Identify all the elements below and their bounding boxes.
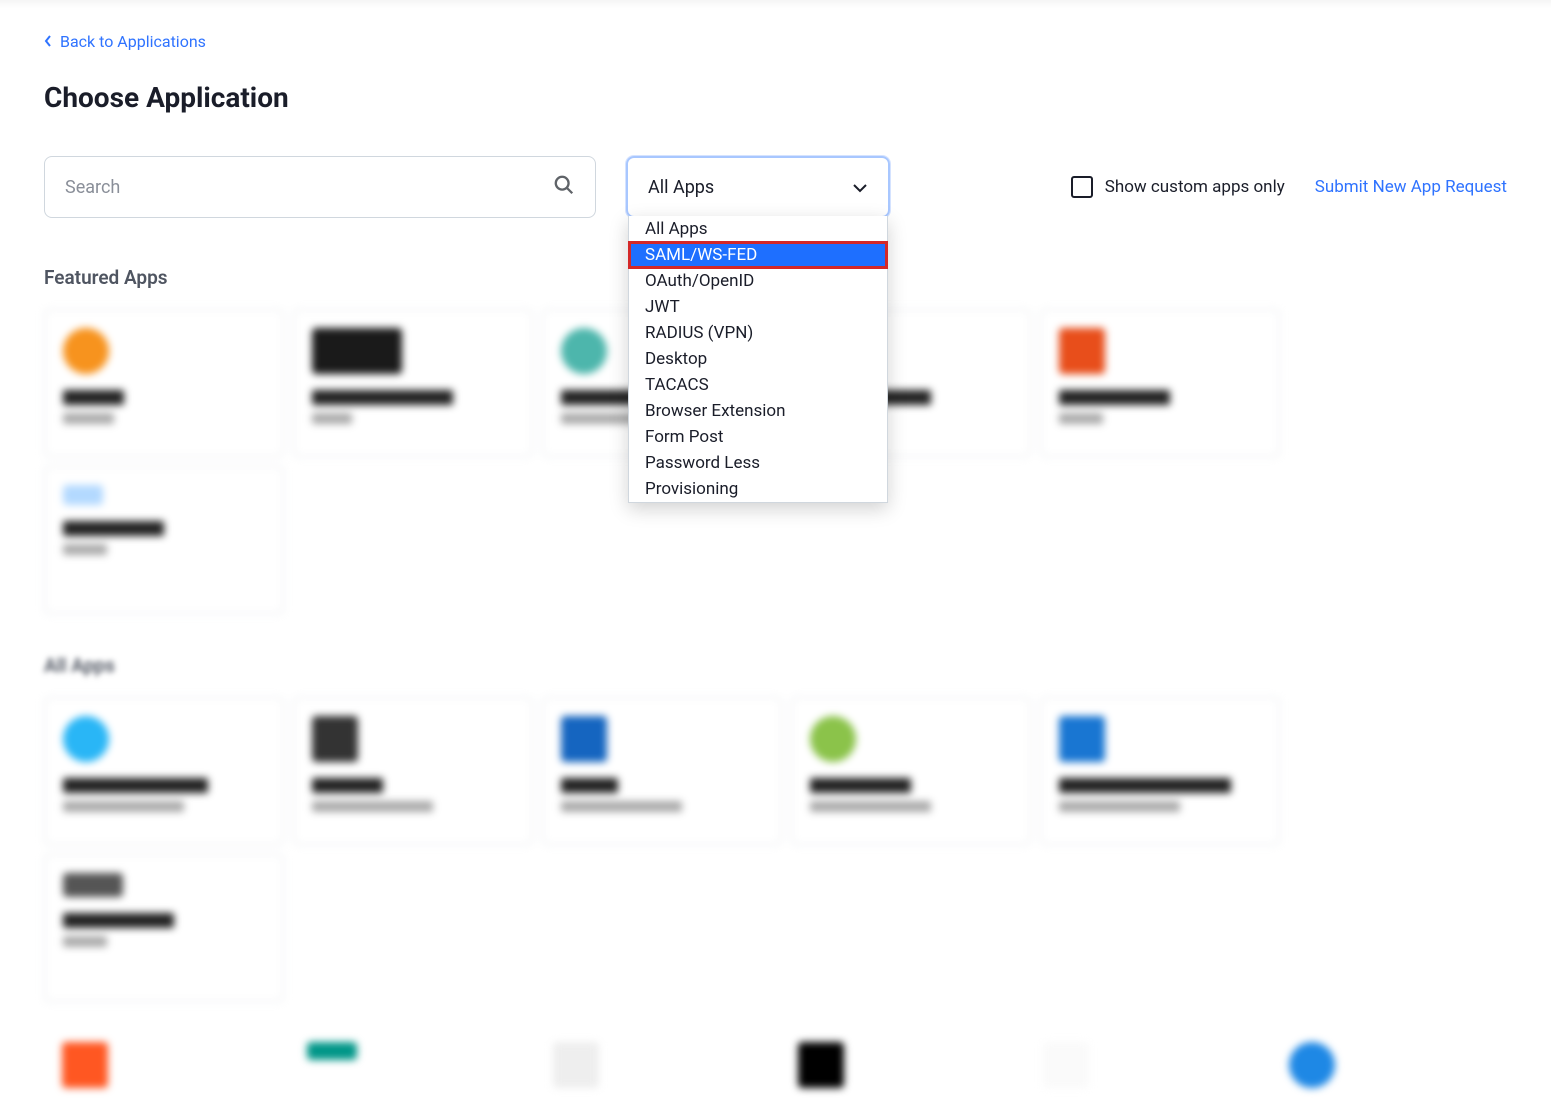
dropdown-option-oauth-openid[interactable]: OAuth/OpenID (629, 268, 887, 294)
dropdown-option-jwt[interactable]: JWT (629, 294, 887, 320)
filter-selected-label: All Apps (648, 177, 714, 198)
page-title: Choose Application (44, 81, 1507, 114)
app-card[interactable] (44, 854, 284, 1002)
chevron-down-icon (852, 177, 868, 198)
submit-new-app-request-link[interactable]: Submit New App Request (1315, 177, 1507, 197)
dropdown-option-saml-ws-fed[interactable]: SAML/WS-FED (629, 242, 887, 268)
dropdown-option-radius-vpn[interactable]: RADIUS (VPN) (629, 320, 887, 346)
app-card[interactable] (293, 309, 533, 457)
dropdown-option-browser-extension[interactable]: Browser Extension (629, 398, 887, 424)
checkbox-icon (1071, 176, 1093, 198)
chevron-left-icon (44, 32, 52, 51)
app-card[interactable] (44, 309, 284, 457)
app-card[interactable] (44, 466, 284, 614)
dropdown-option-all-apps[interactable]: All Apps (629, 216, 887, 242)
app-card[interactable] (542, 697, 782, 845)
search-icon (553, 174, 575, 200)
app-card[interactable] (293, 697, 533, 845)
app-card[interactable] (1025, 1042, 1261, 1082)
app-card[interactable] (791, 697, 1031, 845)
filter-dropdown-menu: All Apps SAML/WS-FED OAuth/OpenID JWT RA… (628, 216, 888, 503)
app-card[interactable] (44, 1042, 280, 1082)
dropdown-option-tacacs[interactable]: TACACS (629, 372, 887, 398)
app-card[interactable] (1271, 1042, 1507, 1082)
search-box[interactable] (44, 156, 596, 218)
search-input[interactable] (65, 177, 553, 198)
checkbox-label: Show custom apps only (1105, 177, 1285, 197)
all-apps-grid-row3 (44, 1042, 1507, 1082)
show-custom-apps-checkbox[interactable]: Show custom apps only (1071, 176, 1285, 198)
app-card[interactable] (289, 1042, 525, 1082)
app-type-filter-dropdown[interactable]: All Apps All Apps SAML/WS-FED OAuth/Open… (626, 156, 890, 218)
app-card[interactable] (1040, 697, 1280, 845)
dropdown-option-password-less[interactable]: Password Less (629, 450, 887, 476)
back-to-applications-link[interactable]: Back to Applications (44, 32, 206, 51)
back-link-label: Back to Applications (60, 32, 206, 51)
app-card[interactable] (44, 697, 284, 845)
dropdown-option-provisioning[interactable]: Provisioning (629, 476, 887, 502)
all-apps-grid (44, 697, 1507, 1002)
dropdown-option-desktop[interactable]: Desktop (629, 346, 887, 372)
all-apps-title: All Apps (44, 654, 1507, 677)
app-card[interactable] (535, 1042, 771, 1082)
app-card[interactable] (1040, 309, 1280, 457)
dropdown-option-form-post[interactable]: Form Post (629, 424, 887, 450)
app-card[interactable] (780, 1042, 1016, 1082)
